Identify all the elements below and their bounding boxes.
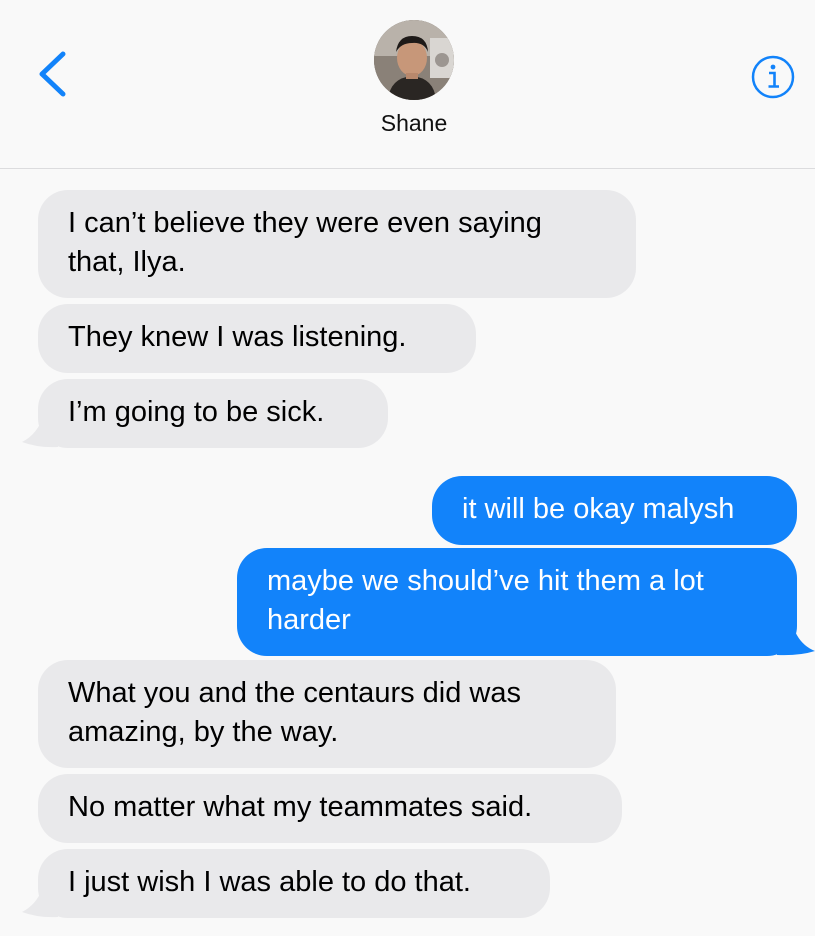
message-bubble-incoming[interactable]: No matter what my teammates said. bbox=[38, 774, 622, 843]
bubble-tail bbox=[20, 884, 60, 918]
contact-name[interactable]: Shane bbox=[0, 110, 815, 137]
bubble-tail bbox=[775, 620, 815, 656]
message-bubble-outgoing[interactable]: it will be okay malysh bbox=[432, 476, 797, 545]
conversation-header: Shane bbox=[0, 0, 815, 169]
back-button[interactable] bbox=[30, 48, 70, 100]
message-bubble-incoming[interactable]: I just wish I was able to do that. bbox=[38, 849, 550, 918]
message-bubble-incoming[interactable]: I’m going to be sick. bbox=[38, 379, 388, 448]
message-bubble-incoming[interactable]: I can’t believe they were even saying th… bbox=[38, 190, 636, 298]
bubble-tail bbox=[20, 414, 60, 448]
message-bubble-incoming[interactable]: What you and the centaurs did was amazin… bbox=[38, 660, 616, 768]
message-bubble-incoming[interactable]: They knew I was listening. bbox=[38, 304, 476, 373]
info-icon bbox=[751, 55, 795, 99]
chevron-left-icon bbox=[39, 51, 66, 97]
message-bubble-outgoing[interactable]: maybe we should’ve hit them a lot harder bbox=[237, 548, 797, 656]
contact-avatar[interactable] bbox=[374, 20, 454, 100]
info-button[interactable] bbox=[750, 54, 796, 100]
